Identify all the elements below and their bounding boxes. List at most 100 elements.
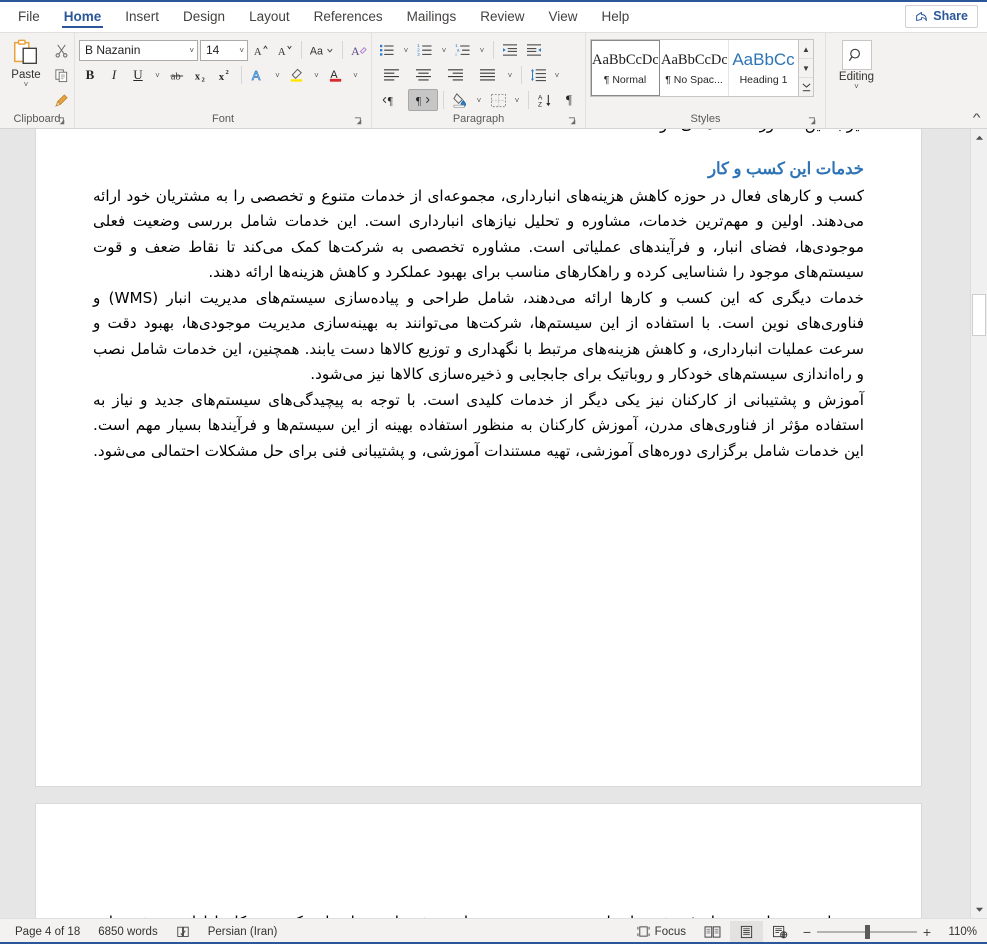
clipboard-dialog-launcher[interactable] (56, 116, 67, 127)
zoom-slider[interactable]: − + (797, 924, 937, 940)
justify-button[interactable] (472, 64, 502, 86)
underline-dropdown[interactable]: ˅ (151, 64, 164, 86)
tab-insert[interactable]: Insert (113, 0, 171, 32)
scroll-down-button[interactable] (971, 901, 987, 918)
vertical-scrollbar[interactable] (970, 129, 987, 918)
font-dialog-launcher[interactable] (353, 116, 364, 127)
text-effects-dropdown[interactable]: ˅ (271, 64, 284, 86)
decrease-indent-button[interactable] (499, 39, 521, 61)
tab-review-label: Review (480, 8, 525, 24)
status-page-number[interactable]: Page 4 of 18 (6, 921, 89, 943)
tab-home[interactable]: Home (52, 0, 114, 32)
shrink-font-button[interactable]: A (274, 39, 296, 61)
text-effects-button[interactable]: A (247, 64, 269, 86)
style-item-normal[interactable]: AaBbCcDc ¶ Normal (591, 40, 660, 96)
font-color-dropdown[interactable]: ˅ (349, 64, 362, 86)
tab-layout[interactable]: Layout (237, 0, 302, 32)
multilevel-dropdown[interactable]: ˅ (476, 39, 488, 61)
clear-formatting-button[interactable]: A (348, 39, 370, 61)
styles-more-button[interactable] (799, 78, 813, 96)
underline-button[interactable]: U (127, 64, 149, 86)
page-1[interactable]: نیز به این منظور استفاده می‌شود. خدمات ا… (35, 129, 922, 787)
status-word-count[interactable]: 6850 words (89, 921, 166, 943)
line-spacing-button[interactable] (527, 64, 549, 86)
tab-design[interactable]: Design (171, 0, 237, 32)
paragraph-dialog-launcher[interactable] (567, 116, 578, 127)
zoom-track[interactable] (817, 924, 917, 939)
change-case-button[interactable]: Aa (307, 39, 337, 61)
sort-button[interactable]: AZ (534, 89, 556, 111)
styles-dialog-launcher[interactable] (807, 116, 818, 127)
status-proofing[interactable] (167, 921, 199, 943)
ltr-direction-button[interactable]: ¶ (376, 89, 406, 111)
font-size-combobox[interactable]: 14 ˅ (200, 39, 248, 61)
font-color-button[interactable]: A (325, 64, 347, 86)
view-read-mode-button[interactable] (695, 921, 730, 943)
scrollbar-track[interactable] (971, 146, 987, 901)
zoom-level[interactable]: 110% (937, 926, 981, 938)
align-center-button[interactable] (408, 64, 438, 86)
tab-references[interactable]: References (302, 0, 395, 32)
tab-view[interactable]: View (536, 0, 589, 32)
editing-chevron-down-icon[interactable]: ˅ (854, 83, 859, 91)
increase-indent-button[interactable] (523, 39, 545, 61)
scroll-up-button[interactable] (971, 129, 987, 146)
styles-scroll-down-button[interactable]: ▼ (799, 59, 813, 78)
zoom-knob[interactable] (865, 924, 870, 939)
paragraph-row-1: ˅ 123 ˅ 1ai ˅ (376, 39, 580, 61)
paste-button[interactable]: Paste ˅ (4, 36, 48, 89)
style-item-heading-1[interactable]: AaBbCс Heading 1 (729, 40, 798, 96)
collapse-ribbon-icon[interactable]: ^ (973, 112, 981, 124)
tab-mailings[interactable]: Mailings (395, 0, 469, 32)
status-language[interactable]: Persian (Iran) (199, 921, 287, 943)
text-highlight-button[interactable] (286, 64, 308, 86)
bullets-dropdown[interactable]: ˅ (400, 39, 412, 61)
status-focus-mode[interactable]: Focus (628, 921, 695, 943)
tab-file[interactable]: File (6, 0, 52, 32)
numbering-dropdown[interactable]: ˅ (438, 39, 450, 61)
numbering-button[interactable]: 123 (414, 39, 436, 61)
copy-button[interactable] (50, 64, 72, 86)
multilevel-list-button[interactable]: 1ai (452, 39, 474, 61)
superscript-button[interactable]: x2 (214, 64, 236, 86)
zoom-out-button[interactable]: − (797, 924, 817, 940)
styles-more-icon (801, 82, 812, 93)
show-formatting-marks-button[interactable]: ¶ (558, 89, 580, 111)
style-item-no-spacing[interactable]: AaBbCcDc ¶ No Spac... (660, 40, 729, 96)
view-web-layout-button[interactable] (763, 921, 797, 943)
scrollbar-thumb[interactable] (972, 294, 986, 336)
rtl-direction-button[interactable]: ¶ (408, 89, 438, 111)
document-pages[interactable]: نیز به این منظور استفاده می‌شود. خدمات ا… (0, 129, 970, 918)
zoom-in-button[interactable]: + (917, 924, 937, 940)
justify-dropdown[interactable]: ˅ (504, 64, 516, 86)
styles-scroll-up-button[interactable]: ▲ (799, 40, 813, 59)
svg-text:¶: ¶ (416, 96, 421, 107)
cut-button[interactable] (50, 39, 72, 61)
tab-help[interactable]: Help (590, 0, 642, 32)
line-spacing-dropdown[interactable]: ˅ (551, 64, 563, 86)
align-right-button[interactable] (440, 64, 470, 86)
format-painter-button[interactable] (50, 89, 72, 111)
view-print-layout-button[interactable] (730, 920, 763, 943)
grow-font-button[interactable]: A (250, 39, 272, 61)
font-name-chevron-down-icon[interactable]: ˅ (185, 46, 194, 55)
subscript-button[interactable]: x2 (190, 64, 212, 86)
align-left-button[interactable] (376, 64, 406, 86)
share-button[interactable]: Share (905, 4, 978, 28)
font-size-chevron-down-icon[interactable]: ˅ (235, 46, 244, 55)
borders-button[interactable] (487, 89, 509, 111)
bullets-button[interactable] (376, 39, 398, 61)
paste-chevron-down-icon[interactable]: ˅ (24, 81, 29, 89)
tab-review[interactable]: Review (468, 0, 536, 32)
highlight-dropdown[interactable]: ˅ (310, 64, 323, 86)
strikethrough-button[interactable]: ab (166, 64, 188, 86)
page-2[interactable]: در نهایت، خدمات پس از فروش و ارزیابی مست… (35, 803, 922, 918)
borders-dropdown[interactable]: ˅ (511, 89, 523, 111)
bold-button[interactable]: B (79, 64, 101, 86)
shading-dropdown[interactable]: ˅ (473, 89, 485, 111)
italic-button[interactable]: I (103, 64, 125, 86)
shading-button[interactable] (449, 89, 471, 111)
svg-text:A: A (351, 45, 360, 58)
font-name-combobox[interactable]: B Nazanin ˅ (79, 39, 198, 61)
editing-button[interactable]: Editing ˅ (829, 36, 885, 91)
